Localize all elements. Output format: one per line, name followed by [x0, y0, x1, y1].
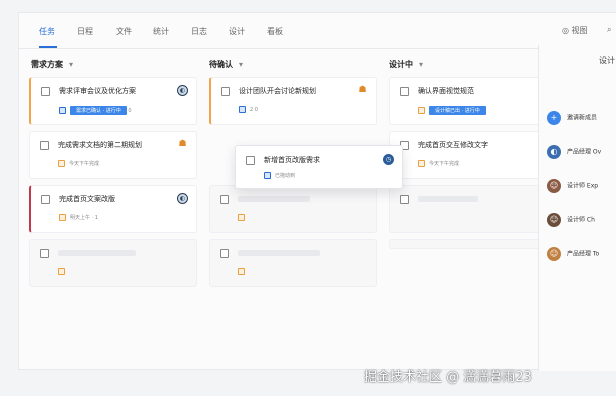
- watermark: 掘金技术社区 @ 潇潇暮雨23: [364, 370, 532, 385]
- member-item[interactable]: ◐ 产品经理 Ov: [547, 145, 601, 159]
- task-checkbox[interactable]: [220, 195, 229, 204]
- active-tab-indicator: [39, 46, 57, 48]
- task-type-icon: [238, 268, 245, 275]
- assignee-avatar[interactable]: ☗: [357, 85, 368, 96]
- top-tab-bar: 任务 日程 文件 统计 日志 设计 看板 ◎ 视图 ⌕: [19, 13, 616, 49]
- member-avatar: ☺: [547, 213, 561, 227]
- task-title: 完成首页交互修改文字: [418, 141, 488, 149]
- member-item[interactable]: ☺ 设计师 Exp: [547, 179, 598, 193]
- task-card[interactable]: 完成首页交互修改文字 今天下午完成: [389, 131, 557, 179]
- placeholder-line: [238, 250, 320, 256]
- placeholder-line: [418, 196, 478, 202]
- dragging-task-card[interactable]: 新增首页改版需求 已拖动到 ◷: [235, 145, 403, 189]
- column-title: 设计中 ▾: [389, 60, 424, 69]
- app-window: 任务 日程 文件 统计 日志 设计 看板 ◎ 视图 ⌕ 需求方案 ▾ 待确认 ▾ 设…: [18, 12, 616, 371]
- task-meta: 已拖动到: [264, 172, 295, 179]
- column-title: 待确认 ▾: [209, 60, 244, 69]
- task-card[interactable]: 完成首页文案改版 明天上午 · 1 ◐: [29, 185, 197, 233]
- task-card-placeholder: [389, 239, 557, 249]
- task-title: 完成需求文档的第二期规划: [58, 141, 142, 149]
- task-meta: 设计稿已出 · 进行中: [418, 106, 486, 115]
- task-card[interactable]: 需求评审会议及优化方案 需求已确认 · 进行中 0 ◐: [29, 77, 197, 125]
- task-type-icon: [238, 214, 245, 221]
- task-card-placeholder: [209, 185, 377, 233]
- task-card-placeholder: [209, 239, 377, 287]
- clock-icon: ◷: [383, 154, 394, 165]
- member-avatar: ☺: [547, 247, 561, 261]
- task-type-icon: [418, 160, 425, 167]
- task-checkbox[interactable]: [221, 87, 230, 96]
- task-title: 完成首页文案改版: [59, 195, 115, 203]
- task-meta: 明天上午 · 1: [59, 214, 98, 221]
- task-type-icon: [59, 107, 66, 114]
- tab-tasks[interactable]: 任务: [39, 26, 55, 37]
- task-card[interactable]: 确认界面视觉规范 设计稿已出 · 进行中: [389, 77, 557, 125]
- task-title: 确认界面视觉规范: [418, 87, 474, 95]
- task-card-placeholder: [389, 185, 557, 233]
- task-checkbox[interactable]: [220, 249, 229, 258]
- view-toggle[interactable]: ◎ 视图: [562, 25, 588, 36]
- tab-calendar[interactable]: 日程: [77, 26, 93, 37]
- tab-files[interactable]: 文件: [116, 26, 132, 37]
- task-type-icon: [59, 214, 66, 221]
- eye-icon: ◎: [562, 26, 572, 35]
- column-title: 需求方案 ▾: [31, 60, 74, 69]
- placeholder-line: [58, 250, 136, 256]
- member-item[interactable]: ☺ 产品经理 To: [547, 247, 599, 261]
- column-pending: 设计团队开会讨论新规划 2 0 ☗: [209, 77, 381, 317]
- status-tag: 设计稿已出 · 进行中: [429, 106, 486, 115]
- invite-member-button[interactable]: + 邀请新成员: [547, 111, 597, 125]
- task-title: 新增首页改版需求: [264, 156, 320, 164]
- tab-stats[interactable]: 统计: [153, 26, 169, 37]
- task-meta: 今天下午完成: [58, 160, 99, 167]
- task-checkbox[interactable]: [40, 249, 49, 258]
- task-type-icon: [239, 106, 246, 113]
- panel-title: 设计: [599, 56, 615, 65]
- task-checkbox[interactable]: [41, 195, 50, 204]
- member-item[interactable]: ☺ 设计师 Ch: [547, 213, 595, 227]
- plus-icon: +: [547, 111, 561, 125]
- task-card[interactable]: 设计团队开会讨论新规划 2 0 ☗: [209, 77, 377, 125]
- task-checkbox[interactable]: [246, 156, 255, 165]
- task-title: 需求评审会议及优化方案: [59, 87, 136, 95]
- task-meta: 今天下午完成: [418, 160, 459, 167]
- placeholder-line: [238, 196, 310, 202]
- task-card[interactable]: 完成需求文档的第二期规划 今天下午完成 ☗: [29, 131, 197, 179]
- members-panel: 设计 + 邀请新成员 ◐ 产品经理 Ov ☺ 设计师 Exp ☺ 设计师 Ch ☺ 产品经…: [538, 45, 616, 371]
- column-requirements: 需求评审会议及优化方案 需求已确认 · 进行中 0 ◐ 完成需求文档的第二期规划…: [29, 77, 201, 317]
- task-type-icon: [418, 107, 425, 114]
- task-type-icon: [58, 268, 65, 275]
- tab-logs[interactable]: 日志: [191, 26, 207, 37]
- member-avatar: ◐: [547, 145, 561, 159]
- task-meta: 需求已确认 · 进行中 0: [59, 106, 132, 115]
- column-designing: 确认界面视觉规范 设计稿已出 · 进行中 完成首页交互修改文字 今天下午完成: [389, 77, 561, 317]
- task-checkbox[interactable]: [40, 141, 49, 150]
- task-type-icon: [264, 172, 271, 179]
- assignee-avatar[interactable]: ◐: [177, 85, 188, 96]
- task-meta: 2 0: [239, 106, 258, 113]
- member-avatar: ☺: [547, 179, 561, 193]
- task-checkbox[interactable]: [41, 87, 50, 96]
- task-type-icon: [58, 160, 65, 167]
- tab-design[interactable]: 设计: [229, 26, 245, 37]
- assignee-avatar[interactable]: ☗: [177, 139, 188, 150]
- search-icon[interactable]: ⌕: [607, 25, 611, 35]
- task-card-placeholder: [29, 239, 197, 287]
- task-checkbox[interactable]: [400, 87, 409, 96]
- task-checkbox[interactable]: [400, 195, 409, 204]
- assignee-avatar[interactable]: ◐: [177, 193, 188, 204]
- tab-board[interactable]: 看板: [267, 26, 283, 37]
- task-title: 设计团队开会讨论新规划: [239, 87, 316, 95]
- status-tag: 需求已确认 · 进行中: [70, 106, 127, 115]
